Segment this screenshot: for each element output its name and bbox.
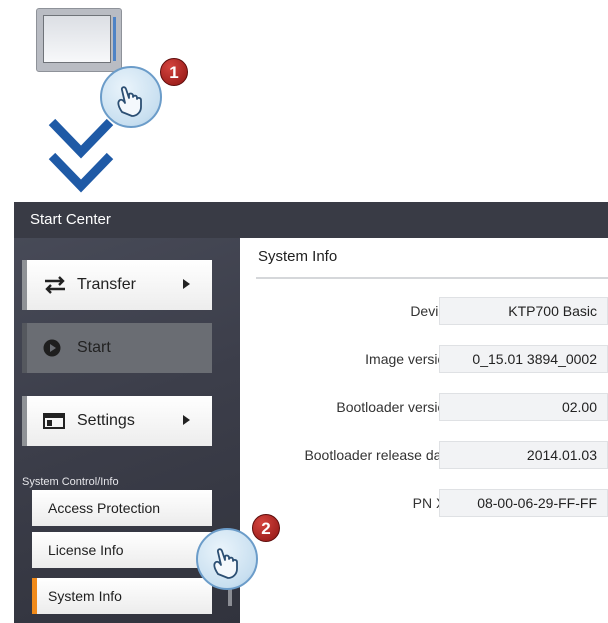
bootloader-release-date-label: Bootloader release date: [304, 447, 457, 463]
license-info-button[interactable]: License Info [32, 532, 212, 568]
access-protection-button[interactable]: Access Protection [32, 490, 212, 526]
transfer-button[interactable]: Transfer [22, 260, 212, 310]
device-edge-highlight [113, 17, 116, 61]
settings-panel-icon [43, 413, 77, 429]
pn-x1-value: 08-00-06-29-FF-FF [439, 489, 608, 517]
bootloader-version-value: 02.00 [439, 393, 608, 421]
hmi-device-illustration [36, 8, 122, 72]
transfer-label: Transfer [77, 276, 136, 293]
step-badge-2: 2 [252, 514, 280, 542]
settings-button[interactable]: Settings [22, 396, 212, 446]
step-badge-1: 1 [160, 58, 188, 86]
transfer-arrows-icon [43, 276, 77, 294]
system-info-button[interactable]: System Info [32, 578, 212, 614]
start-center-window: Start Center Transfer Start Settings Sys… [14, 202, 608, 623]
settings-label: Settings [77, 412, 135, 429]
page-title: System Info [258, 248, 338, 265]
section-label: System Control/Info [22, 476, 119, 488]
system-info-panel: System Info Device: KTP700 Basic Image v… [240, 238, 608, 623]
start-button[interactable]: Start [22, 323, 212, 373]
device-value: KTP700 Basic [439, 297, 608, 325]
play-icon [43, 339, 77, 357]
window-title: Start Center [14, 202, 608, 238]
bootloader-release-date-value: 2014.01.03 [439, 441, 608, 469]
double-chevron-down-icon [48, 118, 114, 193]
title-divider [256, 277, 608, 279]
image-version-value: 0_15.01 3894_0002 [439, 345, 608, 373]
start-label: Start [77, 339, 111, 356]
submenu-arrow-icon [183, 415, 190, 425]
device-screen [43, 15, 111, 63]
submenu-arrow-icon [183, 279, 190, 289]
tap-gesture-icon [196, 528, 258, 590]
